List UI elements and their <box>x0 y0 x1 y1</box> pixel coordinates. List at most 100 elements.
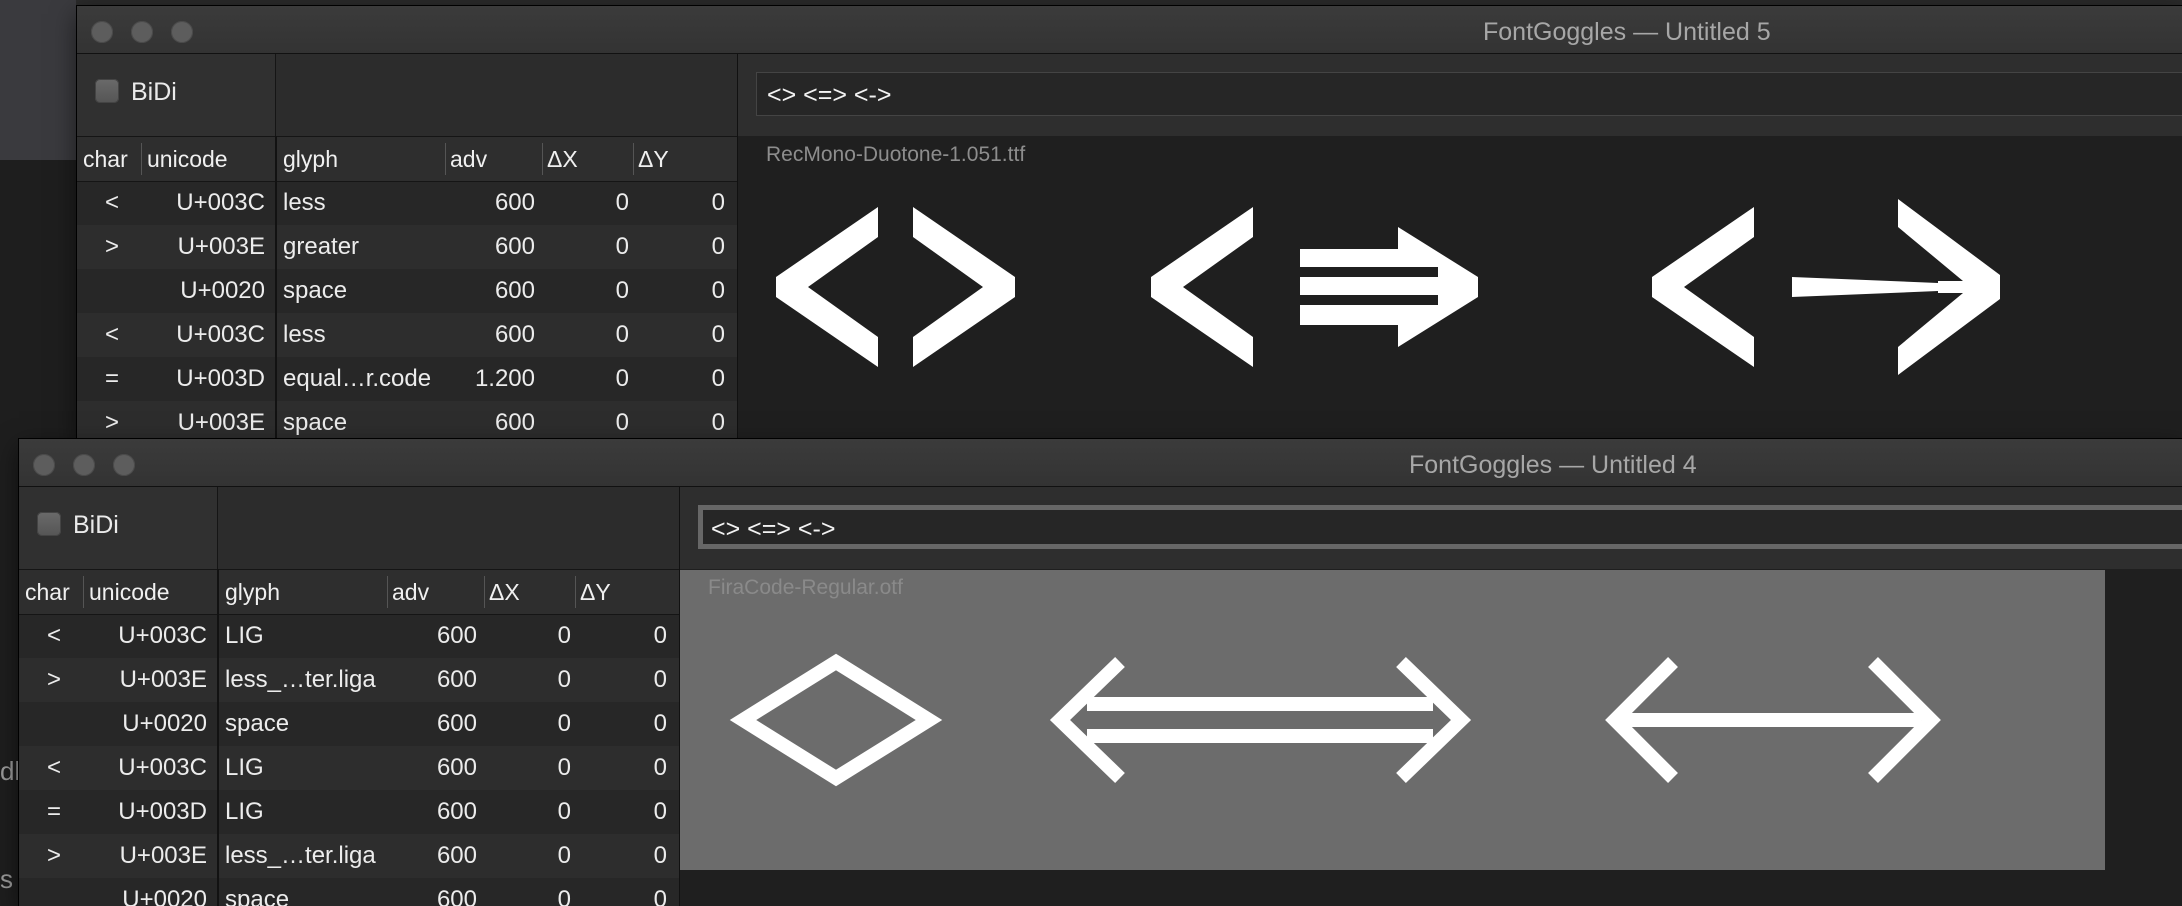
minimize-icon[interactable] <box>73 454 95 476</box>
bidi-option: BiDi <box>77 54 276 136</box>
desktop-side-text-1: dl <box>0 756 21 786</box>
cell-dy: 0 <box>711 365 725 392</box>
cell-glyph: less <box>283 321 326 348</box>
window-untitled-4[interactable]: FontGoggles — Untitled 4 BiDi char unico… <box>19 439 2182 906</box>
zoom-icon[interactable] <box>171 21 193 43</box>
table-header: char unicode glyph adv ΔX ΔY <box>19 569 679 615</box>
col-header-char[interactable]: char <box>25 579 70 606</box>
cell-unicode: U+0020 <box>122 886 207 906</box>
table-row[interactable]: U+0020 space 600 0 0 <box>77 269 737 313</box>
cell-adv: 600 <box>494 277 535 304</box>
col-header-dx[interactable]: ΔX <box>489 579 520 606</box>
font-preview-item[interactable]: RecMono-Duotone-1.051.ttf <box>738 137 2182 437</box>
col-header-unicode[interactable]: unicode <box>89 579 170 606</box>
bidi-label[interactable]: BiDi <box>131 78 177 107</box>
sample-text-input[interactable]: <> <=> <-> <box>756 72 2182 116</box>
window-titlebar[interactable]: FontGoggles — Untitled 5 <box>77 6 2182 54</box>
table-row[interactable]: = U+003D equal…r.code 1.200 0 0 <box>77 357 737 401</box>
cell-dx: 0 <box>557 842 571 869</box>
desktop-side-text-2: s <box>0 864 13 894</box>
window-title: FontGoggles — Untitled 4 <box>1409 451 1697 479</box>
table-row[interactable]: < U+003C less 600 0 0 <box>77 181 737 225</box>
table-row[interactable]: U+0020 space 600 0 0 <box>19 702 679 746</box>
cell-dy: 0 <box>653 842 667 869</box>
col-header-glyph[interactable]: glyph <box>283 146 338 173</box>
desktop-background-window <box>0 0 76 160</box>
features-pane <box>276 54 737 136</box>
cell-char: > <box>105 409 120 436</box>
cell-glyph: less_…ter.liga <box>225 666 376 693</box>
table-row[interactable]: > U+003E greater 600 0 0 <box>77 225 737 269</box>
table-split-divider[interactable] <box>275 136 277 442</box>
window-title: FontGoggles — Untitled 5 <box>1483 18 1771 46</box>
cell-char: > <box>105 233 120 260</box>
cell-unicode: U+003C <box>118 754 207 781</box>
cell-dy: 0 <box>653 886 667 906</box>
window-untitled-5[interactable]: FontGoggles — Untitled 5 BiDi char unico… <box>77 6 2182 442</box>
sample-text-input[interactable]: <> <=> <-> <box>698 505 2182 549</box>
cell-adv: 600 <box>494 189 535 216</box>
cell-adv: 600 <box>436 666 477 693</box>
col-header-dy[interactable]: ΔY <box>580 579 611 606</box>
col-separator <box>575 576 576 608</box>
cell-unicode: U+003C <box>176 321 265 348</box>
cell-adv: 600 <box>494 233 535 260</box>
window-titlebar[interactable]: FontGoggles — Untitled 4 <box>19 439 2182 487</box>
bidi-label[interactable]: BiDi <box>73 511 119 540</box>
cell-glyph: space <box>283 409 348 436</box>
cell-dy: 0 <box>711 409 725 436</box>
cell-dy: 0 <box>711 277 725 304</box>
cell-char: = <box>47 798 62 825</box>
table-row[interactable]: > U+003E space 600 0 0 <box>77 401 737 442</box>
glyph-table-rows: < U+003C LIG 600 0 0 > U+003E less_…ter.… <box>19 614 679 906</box>
table-header: char unicode glyph adv ΔX ΔY <box>77 136 737 182</box>
cell-glyph: space <box>283 277 348 304</box>
text-input-bar: <> <=> <-> <box>680 487 2182 569</box>
glyph-table-pane: BiDi char unicode glyph adv ΔX ΔY < U+00… <box>77 54 738 442</box>
cell-glyph: LIG <box>225 622 264 649</box>
bidi-checkbox[interactable] <box>37 512 61 536</box>
glyph-table-rows: < U+003C less 600 0 0 > U+003E greater 6… <box>77 181 737 442</box>
cell-char: = <box>105 365 120 392</box>
table-row[interactable]: < U+003C LIG 600 0 0 <box>19 746 679 790</box>
font-preview-item-selected[interactable]: FiraCode-Regular.otf <box>680 570 2105 870</box>
cell-adv: 1.200 <box>474 365 535 392</box>
cell-dx: 0 <box>557 754 571 781</box>
table-row[interactable]: U+0020 space 600 0 0 <box>19 878 679 906</box>
text-input-bar: <> <=> <-> <box>738 54 2182 136</box>
font-preview-list[interactable]: FiraCode-Regular.otf <box>680 570 2182 906</box>
col-header-dx[interactable]: ΔX <box>547 146 578 173</box>
col-header-adv[interactable]: adv <box>392 579 429 606</box>
cell-dx: 0 <box>615 409 629 436</box>
col-header-unicode[interactable]: unicode <box>147 146 228 173</box>
cell-glyph: space <box>225 710 290 737</box>
table-row[interactable]: = U+003D LIG 600 0 0 <box>19 790 679 834</box>
zoom-icon[interactable] <box>113 454 135 476</box>
col-separator <box>633 143 634 175</box>
close-icon[interactable] <box>91 21 113 43</box>
cell-adv: 600 <box>436 886 477 906</box>
features-pane <box>218 487 679 569</box>
glyph-shapes <box>729 653 1941 787</box>
table-row[interactable]: > U+003E less_…ter.liga 600 0 0 <box>19 834 679 878</box>
cell-adv: 600 <box>436 710 477 737</box>
cell-dy: 0 <box>653 622 667 649</box>
table-row[interactable]: > U+003E less_…ter.liga 600 0 0 <box>19 658 679 702</box>
font-preview-list[interactable]: RecMono-Duotone-1.051.ttf <box>738 137 2182 442</box>
table-row[interactable]: < U+003C less 600 0 0 <box>77 313 737 357</box>
cell-adv: 600 <box>436 798 477 825</box>
table-row[interactable]: < U+003C LIG 600 0 0 <box>19 614 679 658</box>
cell-dy: 0 <box>711 189 725 216</box>
glyph-rendering <box>776 199 2000 375</box>
col-header-char[interactable]: char <box>83 146 128 173</box>
col-header-adv[interactable]: adv <box>450 146 487 173</box>
bidi-checkbox[interactable] <box>95 79 119 103</box>
cell-glyph: space <box>225 886 290 906</box>
cell-glyph: less_…ter.liga <box>225 842 376 869</box>
table-split-divider[interactable] <box>217 569 219 906</box>
minimize-icon[interactable] <box>131 21 153 43</box>
col-header-glyph[interactable]: glyph <box>225 579 280 606</box>
close-icon[interactable] <box>33 454 55 476</box>
col-header-dy[interactable]: ΔY <box>638 146 669 173</box>
cell-unicode: U+0020 <box>180 277 265 304</box>
